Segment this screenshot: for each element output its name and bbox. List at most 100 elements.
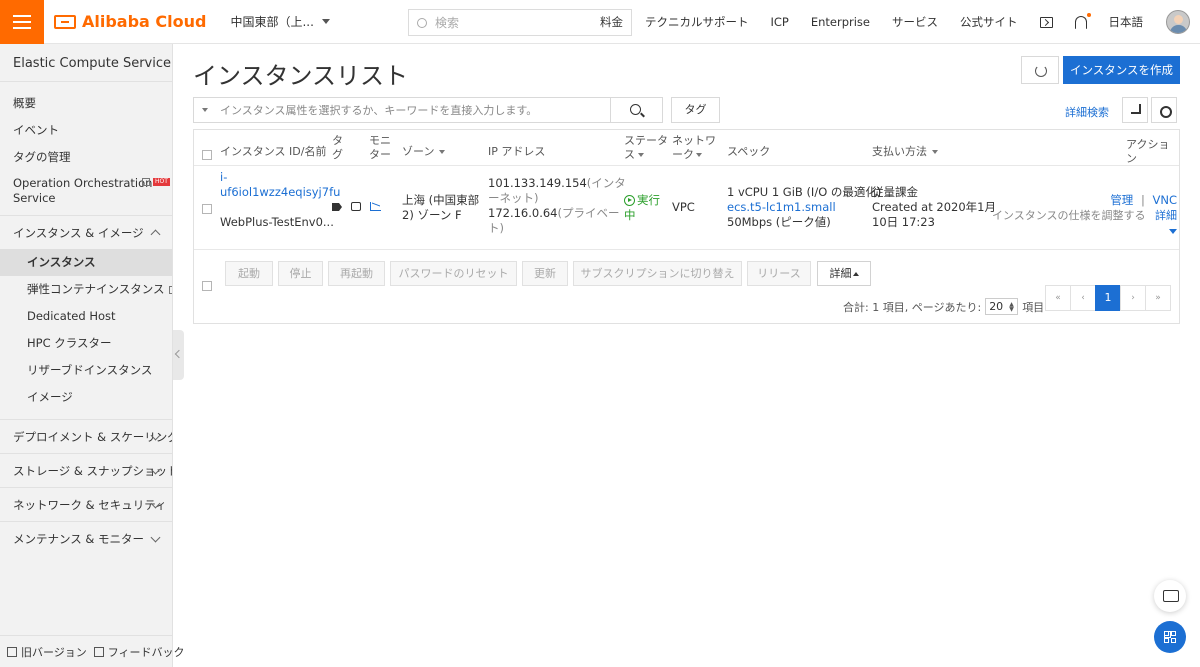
sidebar-item-events[interactable]: イベント	[0, 117, 172, 144]
refresh-button[interactable]	[1021, 56, 1059, 84]
create-instance-button[interactable]: インスタンスを作成	[1063, 56, 1180, 84]
sidebar-item-reserved-instances[interactable]: リザーブドインスタンス	[0, 357, 172, 384]
avatar[interactable]	[1166, 10, 1190, 34]
vnc-link[interactable]: VNC	[1153, 193, 1178, 207]
old-version-link[interactable]: 旧バージョン	[0, 644, 87, 660]
more-bulk-label: 詳細	[829, 267, 852, 280]
chat-icon[interactable]	[1154, 580, 1186, 612]
top-link-enterprise[interactable]: Enterprise	[800, 15, 881, 29]
status-badge: 実行 中	[624, 193, 660, 223]
top-link-support[interactable]: テクニカルサポート	[634, 14, 760, 30]
col-header-network[interactable]: ネットワ ーク	[672, 130, 716, 166]
terminal-icon[interactable]	[1039, 16, 1053, 28]
sidebar-group-storage[interactable]: ストレージ & スナップショット	[0, 453, 172, 487]
running-icon	[624, 195, 635, 206]
logo-text: Alibaba Cloud	[82, 12, 207, 31]
page-first-button[interactable]: «	[1045, 285, 1071, 311]
row-checkbox[interactable]	[202, 204, 212, 214]
more-actions-link[interactable]: 詳細	[1155, 209, 1177, 237]
filter-search-button[interactable]	[611, 97, 663, 123]
sidebar-item-overview[interactable]: 概要	[0, 90, 172, 117]
ip-cell: 101.133.149.154(インタ ーネット) 172.16.0.64(プラ…	[488, 176, 626, 236]
monitor-chart-icon[interactable]	[370, 202, 381, 211]
sidebar-group-instances[interactable]: インスタンス & イメージ	[0, 215, 172, 249]
tag-icon[interactable]	[332, 203, 342, 211]
sidebar-item-label: タグの管理	[13, 150, 71, 164]
spec-type-link[interactable]: ecs.t5-lc1m1.small	[727, 200, 881, 215]
sidebar-group-deployment[interactable]: デプロイメント & スケーリング	[0, 419, 172, 453]
page-size-select[interactable]: 20 ▲ ▼	[985, 298, 1019, 315]
edit-tags-icon[interactable]	[351, 202, 361, 211]
col-header-billing-label: 支払い方法	[872, 145, 927, 158]
top-link-pricing[interactable]: 料金	[589, 14, 634, 30]
page-current-button[interactable]: 1	[1095, 285, 1121, 311]
sidebar-item-operation-orchestration[interactable]: Operation Orchestration Service HOT	[0, 171, 172, 209]
more-actions-label: 詳細	[1155, 209, 1177, 222]
spec-line1: 1 vCPU 1 GiB (I/O の最適化)	[727, 185, 882, 199]
sidebar-group-network[interactable]: ネットワーク & セキュリティ	[0, 487, 172, 521]
col-header-status[interactable]: ステータ ス	[624, 130, 668, 166]
top-link-official-site[interactable]: 公式サイト	[949, 14, 1029, 30]
ip-public-label: (インタ	[586, 176, 626, 190]
sidebar-item-tags[interactable]: タグの管理	[0, 144, 172, 171]
col-header-zone[interactable]: ゾーン	[402, 140, 446, 164]
apps-grid-cell	[1171, 631, 1176, 636]
col-header-action-label: アクション	[1126, 138, 1170, 165]
col-header-tag-label: タ グ	[332, 134, 343, 161]
renew-button[interactable]: 更新	[522, 261, 568, 286]
stop-button[interactable]: 停止	[278, 261, 323, 286]
col-header-billing[interactable]: 支払い方法	[872, 140, 938, 164]
menu-icon[interactable]	[0, 0, 44, 44]
pagination-total: 合計: 1 項目, ページあたり:	[843, 300, 982, 314]
sidebar-collapse-handle[interactable]	[173, 330, 184, 380]
sidebar-item-images[interactable]: イメージ	[0, 384, 172, 411]
table-row: i- uf6iol1wzz4eqisyj7fu WebPlus-TestEnv0…	[194, 166, 1179, 250]
top-link-icp[interactable]: ICP	[759, 15, 799, 29]
page-prev-button[interactable]: ‹	[1070, 285, 1096, 311]
language-selector[interactable]: 日本語	[1098, 14, 1155, 30]
top-link-services[interactable]: サービス	[881, 14, 949, 30]
more-bulk-button[interactable]: 詳細	[817, 261, 871, 286]
spec-cell: 1 vCPU 1 GiB (I/O の最適化) ecs.t5-lc1m1.sma…	[727, 185, 881, 230]
advanced-search-link[interactable]: 詳細検索	[1065, 104, 1109, 120]
sidebar-title: Elastic Compute Service (E···	[0, 44, 172, 82]
col-header-spec: スペック	[727, 140, 770, 164]
action-separator: |	[1140, 193, 1145, 207]
tag-filter-button[interactable]: タグ	[671, 97, 720, 123]
bulk-select-checkbox[interactable]	[202, 281, 212, 291]
sidebar-item-label: Operation Orchestration Service	[13, 176, 153, 205]
billing-cell: 従量課金 Created at 2020年1月 10日 17:23	[872, 185, 996, 230]
instance-filter-input[interactable]: インスタンス属性を選択するか、キーワードを直接入力します。	[193, 97, 611, 123]
instance-id-link[interactable]: i- uf6iol1wzz4eqisyj7fu	[220, 170, 340, 200]
page-next-button[interactable]: ›	[1120, 285, 1146, 311]
col-header-action: アクション	[1126, 138, 1179, 165]
resize-instance-link[interactable]: インスタンスの仕様を調整する	[992, 209, 1146, 222]
apps-grid-icon[interactable]	[1154, 621, 1186, 653]
instance-table: インスタンス ID/名前 タ グ モニ ター ゾーン IP アドレス ステータ …	[193, 129, 1180, 324]
release-button[interactable]: リリース	[747, 261, 811, 286]
start-button[interactable]: 起動	[225, 261, 273, 286]
col-header-spec-label: スペック	[727, 145, 771, 158]
sidebar-item-hpc-cluster[interactable]: HPC クラスター	[0, 330, 172, 357]
region-selector[interactable]: 中国東部（上...	[230, 13, 330, 30]
page-last-button[interactable]: »	[1145, 285, 1171, 311]
switch-subscription-button[interactable]: サブスクリプションに切り替え	[573, 261, 742, 286]
manage-link[interactable]: 管理	[1110, 193, 1133, 207]
status-line1: 実行	[637, 193, 660, 207]
logo[interactable]: Alibaba Cloud	[54, 12, 206, 31]
apps-grid-cell	[1164, 638, 1169, 643]
sidebar-item-dedicated-host[interactable]: Dedicated Host	[0, 303, 172, 330]
download-icon[interactable]	[1122, 97, 1148, 123]
select-all-checkbox[interactable]	[202, 150, 212, 160]
pagination-summary: 合計: 1 項目, ページあたり: 20 ▲ ▼ 項目	[843, 298, 1044, 315]
gear-icon[interactable]	[1151, 97, 1177, 123]
sidebar-item-instances[interactable]: インスタンス	[0, 249, 172, 276]
restart-button[interactable]: 再起動	[328, 261, 385, 286]
sidebar-item-elastic-container[interactable]: 弾性コンテナインスタンス	[0, 276, 172, 303]
col-header-ip: IP アドレス	[488, 140, 545, 164]
instance-id-prefix: i-	[220, 170, 228, 184]
sidebar-group-maintenance[interactable]: メンテナンス & モニター	[0, 521, 172, 555]
reset-password-button[interactable]: パスワードのリセット	[390, 261, 517, 286]
feedback-link[interactable]: フィードバック	[87, 644, 185, 660]
bell-icon[interactable]	[1074, 12, 1091, 29]
